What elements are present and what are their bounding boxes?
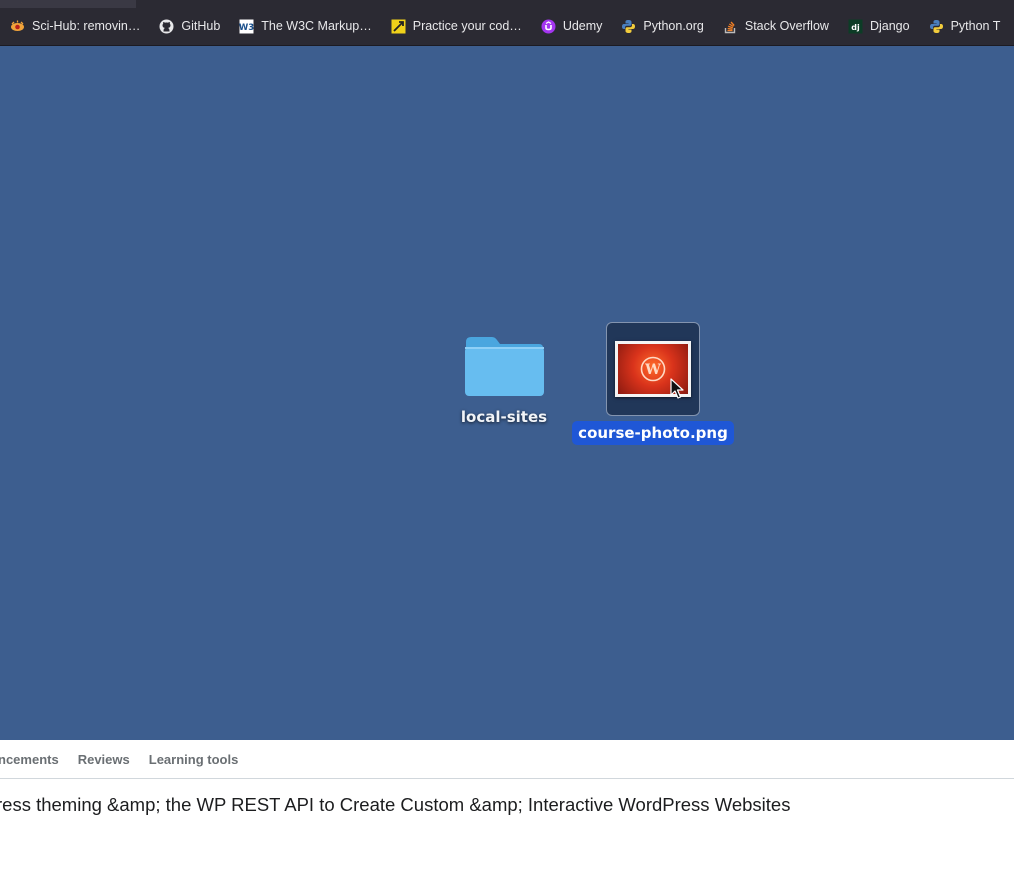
tab-reviews[interactable]: Reviews [78,752,130,767]
python-icon [929,19,944,34]
bookmark-label: Udemy [562,19,603,33]
bookmark-scihub[interactable]: Sci-Hub: removin… [0,13,149,41]
udemy-icon [541,19,556,34]
course-tabs-bar: ncements Reviews Learning tools [0,740,1014,779]
bookmark-label: The W3C Markup… [261,19,372,33]
wordpress-logo-icon: W [640,356,666,382]
mouse-pointer-icon [670,378,684,399]
bookmark-label: Django [869,19,910,33]
file-label: course-photo.png [572,421,734,445]
bookmark-label: GitHub [181,19,221,33]
bookmark-label: Python.org [643,19,704,33]
tab-announcements[interactable]: ncements [0,752,59,767]
bookmark-django[interactable]: dj Django [838,13,919,41]
bookmark-practice[interactable]: Practice your cod… [381,13,531,41]
browser-tab-edge[interactable] [0,0,136,8]
file-course-photo[interactable]: W course-photo.png [572,322,734,445]
w3c-icon: W3 [239,19,254,34]
bookmark-label: Stack Overflow [744,19,829,33]
bookmarks-bar: Sci-Hub: removin… GitHub W3 The W3C Mark… [0,8,1014,46]
stackoverflow-icon [723,19,738,34]
svg-text:dj: dj [851,23,860,32]
svg-text:W: W [644,362,661,378]
svg-text:W3: W3 [239,23,254,33]
video-player-area[interactable]: local-sites W course-photo.png [0,46,1014,740]
scihub-icon [10,19,25,34]
bookmark-label: Practice your cod… [412,19,522,33]
django-icon: dj [848,19,863,34]
browser-top-strip [0,0,1014,8]
folder-local-sites[interactable]: local-sites [456,332,552,426]
folder-label: local-sites [460,408,548,426]
bookmark-w3c[interactable]: W3 The W3C Markup… [229,13,380,41]
bookmark-label: Sci-Hub: removin… [32,19,141,33]
bookmark-stackoverflow[interactable]: Stack Overflow [713,13,838,41]
bookmark-udemy[interactable]: Udemy [531,13,612,41]
github-icon [159,19,174,34]
tab-learning-tools[interactable]: Learning tools [149,752,239,767]
bookmark-label: Python T [950,19,1001,33]
python-icon [621,19,636,34]
bookmark-python-t[interactable]: Python T [919,13,1010,41]
bookmark-github[interactable]: GitHub [149,13,229,41]
bookmark-python-org[interactable]: Python.org [611,13,712,41]
course-title: ress theming &amp; the WP REST API to Cr… [0,794,791,815]
codewars-icon [391,19,406,34]
file-thumbnail-selection: W [606,322,700,416]
folder-icon [465,337,544,396]
